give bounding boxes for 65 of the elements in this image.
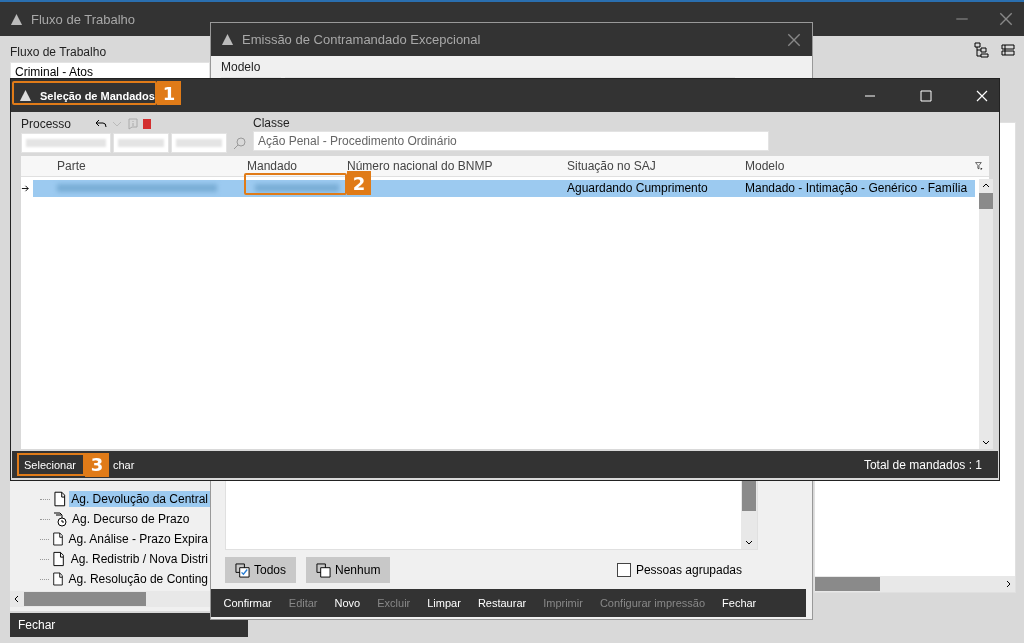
scrollbar-thumb[interactable] [24,592,146,606]
field-label: Modelo [221,60,262,74]
process-field[interactable] [21,133,111,153]
checkbox-label: Pessoas agrupadas [635,563,742,577]
logo-icon [10,12,23,26]
total-count: Total de mandados : 1 [863,457,982,472]
filter-icon[interactable] [975,159,983,173]
close-button[interactable]: Fechar [10,615,64,635]
tree-view-icon[interactable] [974,42,990,58]
window-title: Emissão de Contramandado Excepcional [242,32,481,47]
process-field[interactable] [113,133,169,153]
redacted-text [118,139,164,147]
tree-item[interactable]: Ag. Decurso de Prazo [70,511,192,527]
document-icon [52,551,66,567]
tree-item[interactable]: Ag. Devolução da Central [69,491,210,507]
callout-badge: 3 [85,452,109,477]
table-cell-text: Aguardando Cumprimento [567,181,709,195]
column-header[interactable]: Número nacional do BNMP [347,159,567,173]
checkbox[interactable] [616,563,631,577]
column-header[interactable]: Situação no SAJ [567,159,745,173]
process-field[interactable] [171,133,227,153]
maximize-icon[interactable] [919,88,933,103]
grouped-checkbox[interactable]: Pessoas agrupadas [616,563,742,577]
logo-icon [221,33,234,46]
action-button[interactable]: Limpar [418,595,470,611]
stop-icon[interactable] [143,119,152,129]
field-label: Fluxo de Trabalho [10,45,108,59]
list-view-icon[interactable] [1000,42,1016,58]
column-header[interactable]: Parte [33,159,247,173]
column-header[interactable]: Modelo [745,159,975,173]
tree-item[interactable]: Ag. Resolução de Conting [66,571,210,587]
select-none-button[interactable]: Nenhum [306,557,391,583]
select-button[interactable]: Selecionar [20,457,80,472]
document-icon [51,531,64,547]
select-all-button[interactable]: Todos [225,557,297,583]
tree-item[interactable]: Ag. Redistrib / Nova Distri [68,551,210,567]
action-button[interactable]: Restaurar [469,595,535,611]
field-label: Processo [21,117,72,131]
field-label: Classe [253,116,291,130]
window-title: Fluxo de Trabalho [31,11,136,27]
tree-item[interactable]: Ag. Análise - Prazo Expira [66,531,210,547]
vertical-scrollbar[interactable] [979,179,993,449]
horizontal-scrollbar[interactable] [815,576,1015,592]
scrollbar-thumb[interactable] [979,193,993,209]
document-icon [52,491,67,507]
redacted-text [176,139,222,147]
table-cell-text: Mandado - Intimação - Genérico - Família [745,181,969,195]
current-row-icon [21,183,30,193]
undo-icon[interactable] [95,118,108,130]
scrollbar-thumb[interactable] [815,577,880,591]
column-header[interactable]: Mandado [247,159,347,173]
class-field: Ação Penal - Procedimento Ordinário [253,131,769,151]
pages-icon [316,562,332,578]
callout-badge: 2 [347,171,371,195]
action-button[interactable]: Fechar [713,595,765,611]
action-button[interactable]: Novo [326,595,369,611]
action-button[interactable]: Confirmar [215,595,281,611]
close-button[interactable]: char [109,455,139,474]
search-icon[interactable] [233,136,247,150]
logo-icon [19,89,32,102]
callout-badge: 1 [157,81,181,105]
document-icon [51,571,64,587]
horizontal-scrollbar[interactable] [10,591,210,607]
checked-pages-icon [235,562,250,578]
window-title: Seleção de Mandados [40,89,155,102]
